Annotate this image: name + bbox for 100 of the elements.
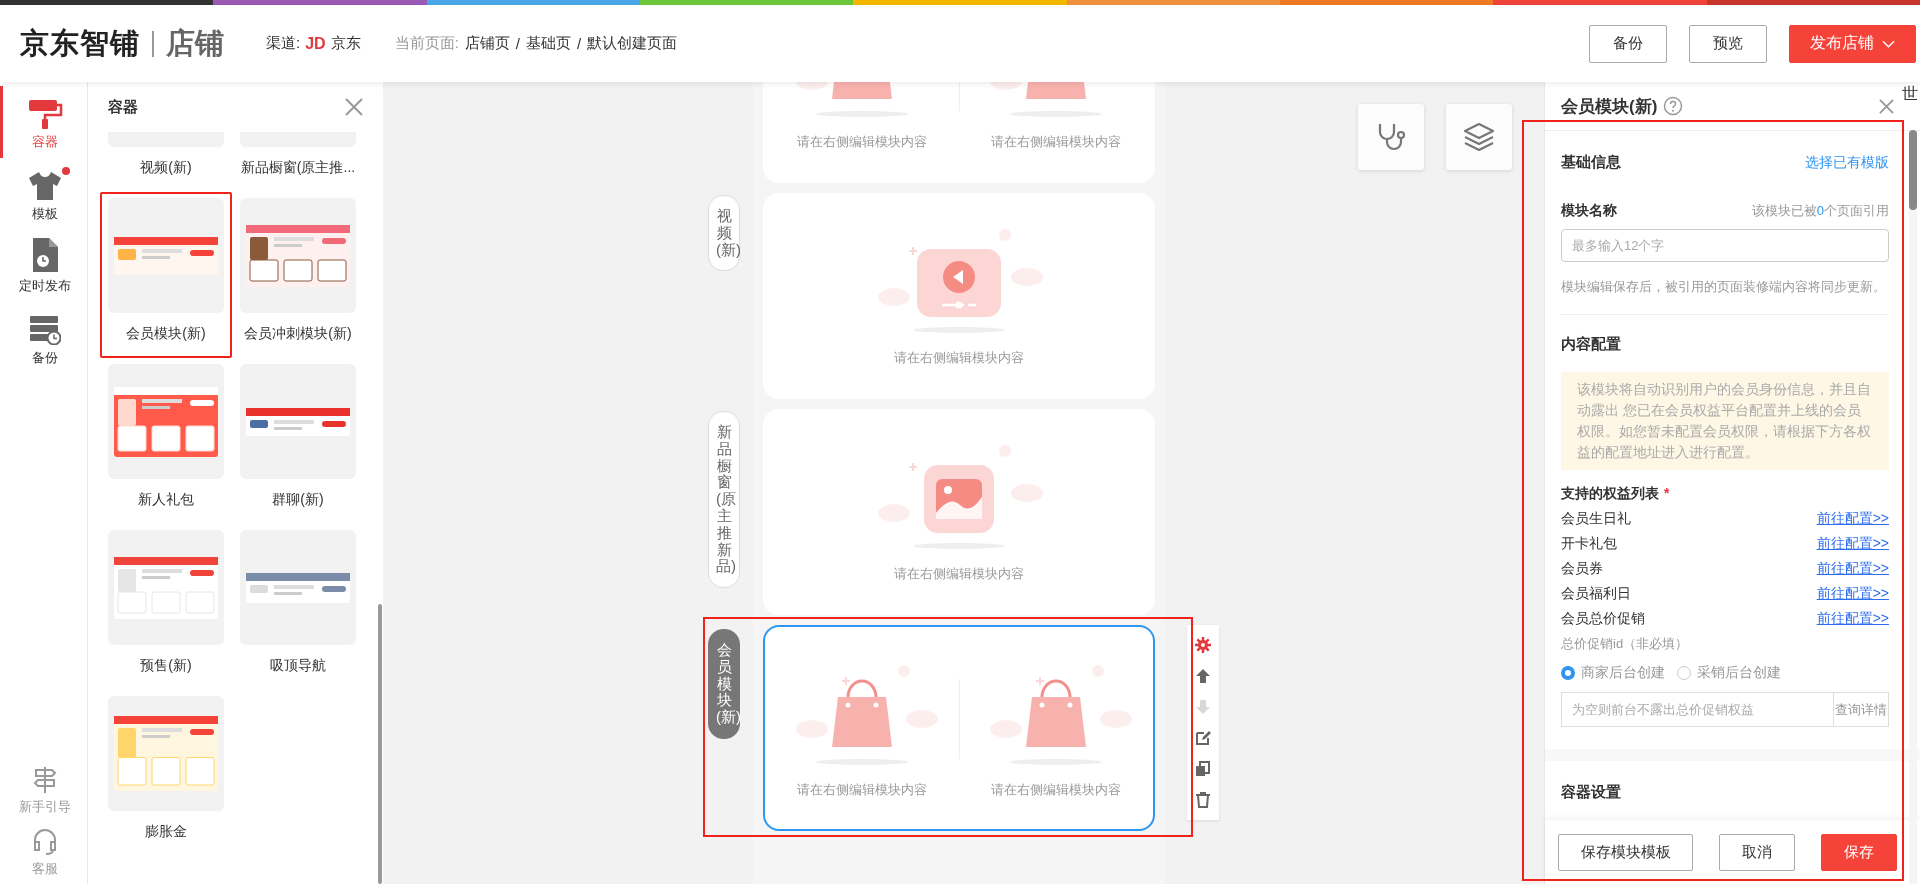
signpost-icon [32, 766, 58, 794]
module-tab[interactable]: 视频(新) [708, 195, 740, 272]
configure-link[interactable]: 前往配置>> [1816, 585, 1889, 603]
rail-item[interactable]: 备份 [0, 302, 87, 374]
rail-item[interactable]: 模板 [0, 158, 87, 230]
field-label: 模块名称 [1561, 202, 1617, 220]
delete-icon[interactable] [1195, 792, 1211, 808]
footer-button[interactable]: 保存模块模板 [1558, 833, 1693, 871]
header-button[interactable]: 发布店铺 [1789, 24, 1916, 63]
channel-logo-text: JD [305, 34, 326, 53]
module-tile[interactable]: 视频(新) [100, 132, 232, 192]
breadcrumb-item[interactable]: 店铺页 [464, 34, 510, 53]
scrollbar-thumb[interactable] [1909, 130, 1917, 210]
field-label: 总价促销id（非必填） [1561, 635, 1690, 653]
layers-button[interactable] [1446, 104, 1512, 170]
template-link[interactable]: 选择已有模版 [1805, 153, 1889, 172]
placeholder-text: 请在右侧编辑模块内容 [796, 781, 927, 799]
breadcrumb-item[interactable]: 默认创建页面 [587, 34, 678, 53]
usage-text: 该模块已被0个页面引用 [1751, 202, 1889, 220]
section-heading: 容器设置 [1561, 783, 1622, 802]
breadcrumb-separator: / [576, 35, 582, 52]
channel-label: 渠道: [266, 34, 301, 53]
header-button[interactable]: 预览 [1689, 24, 1767, 63]
radio-circle[interactable] [1561, 666, 1575, 680]
module-label: 预售(新) [140, 657, 192, 675]
breadcrumb-label: 当前页面: [394, 34, 459, 53]
module-tile[interactable]: 会员模块(新) [100, 192, 232, 358]
module-name-field[interactable]: 最多输入12个字 [1561, 229, 1889, 262]
benefit-name: 会员福利日 [1561, 585, 1631, 603]
paint-roller-icon [27, 99, 63, 129]
panel-title: 容器 [108, 97, 139, 117]
module-card[interactable] [240, 530, 356, 645]
hint-text: 模块编辑保存后，被引用的页面装修端内容将同步更新。 [1561, 278, 1887, 296]
header-button[interactable]: 备份 [1589, 24, 1667, 63]
configure-link[interactable]: 前往配置>> [1816, 560, 1889, 578]
benefit-name: 会员券 [1561, 560, 1603, 578]
close-icon[interactable] [345, 98, 363, 116]
layers-icon [1463, 122, 1495, 152]
module-label: 会员模块(新) [126, 325, 206, 343]
module-card[interactable] [108, 364, 224, 479]
breadcrumb-separator: / [515, 35, 520, 52]
benefit-name: 会员总价促销 [1561, 610, 1645, 628]
module-label: 新品橱窗(原主推... [240, 159, 356, 177]
placeholder-text: 请在右侧编辑模块内容 [894, 565, 1024, 583]
placeholder-text: 请在右侧编辑模块内容 [991, 781, 1122, 799]
module-tile[interactable]: 群聊(新) [232, 358, 364, 524]
copy-icon[interactable] [1195, 761, 1211, 777]
settings-icon[interactable] [1195, 637, 1211, 653]
help-icon[interactable] [1663, 96, 1684, 116]
edit-icon[interactable] [1195, 730, 1211, 746]
configure-link[interactable]: 前往配置>> [1816, 535, 1889, 553]
module-card[interactable] [240, 198, 356, 313]
configure-link[interactable]: 前往配置>> [1816, 610, 1889, 628]
module-tile[interactable]: 预售(新) [100, 524, 232, 690]
channel-name: 京东 [330, 34, 361, 53]
panel-title: 会员模块(新) [1561, 95, 1658, 118]
caret-icon [1882, 39, 1895, 48]
shirt-icon [28, 171, 62, 201]
close-icon[interactable] [1879, 98, 1894, 114]
section-heading: 基础信息 [1561, 153, 1621, 172]
module-tile[interactable]: 新品橱窗(原主推... [232, 132, 364, 192]
document-clock-icon [31, 237, 59, 273]
logo-text: 京东智铺 [20, 25, 140, 61]
section-heading: 内容配置 [1561, 335, 1622, 354]
module-label: 视频(新) [140, 159, 192, 177]
notice-box: 该模块将自动识别用户的会员身份信息，并且自动露出 您已在会员权益平台配置并上线的会员权限。如您暂未配置会员权限，请根据下方各权益的配置地址进入进行配置。 [1561, 372, 1889, 470]
server-clock-icon [29, 315, 61, 345]
module-tile[interactable]: 新人礼包 [100, 358, 232, 524]
clipped-text: 世 [1902, 84, 1918, 104]
module-label: 新人礼包 [138, 491, 194, 509]
list-label: 支持的权益列表 [1561, 485, 1659, 501]
module-tab[interactable]: 会员模块(新) [708, 629, 740, 739]
configure-link[interactable]: 前往配置>> [1816, 510, 1889, 528]
benefit-name: 会员生日礼 [1561, 510, 1631, 528]
diagnose-button[interactable] [1358, 104, 1424, 170]
benefit-name: 开卡礼包 [1561, 535, 1617, 553]
module-card[interactable] [240, 364, 356, 479]
module-tab[interactable]: 新品橱窗(原主推新品) [708, 411, 740, 589]
footer-button[interactable]: 保存 [1821, 833, 1897, 871]
required-mark: * [1664, 485, 1670, 501]
module-card[interactable] [108, 198, 224, 313]
placeholder-text: 请在右侧编辑模块内容 [796, 133, 927, 151]
module-card[interactable] [108, 696, 224, 811]
section-title: 店铺 [166, 25, 224, 61]
radio-circle[interactable] [1677, 666, 1691, 680]
module-tile[interactable]: 吸顶导航 [232, 524, 364, 690]
breadcrumb-item[interactable]: 基础页 [525, 34, 571, 53]
up-arrow-icon[interactable] [1195, 668, 1211, 684]
placeholder-text: 请在右侧编辑模块内容 [991, 133, 1122, 151]
footer-button[interactable]: 取消 [1719, 833, 1795, 871]
module-label: 吸顶导航 [270, 657, 326, 675]
module-label: 膨胀金 [145, 823, 187, 841]
module-label: 会员冲刺模块(新) [244, 325, 352, 343]
placeholder-text: 请在右侧编辑模块内容 [894, 349, 1024, 367]
scrollbar-thumb[interactable] [378, 604, 382, 884]
module-tile[interactable]: 膨胀金 [100, 690, 232, 856]
module-label: 群聊(新) [272, 491, 324, 509]
module-tile[interactable]: 会员冲刺模块(新) [232, 192, 364, 358]
rail-item[interactable]: 定时发布 [0, 230, 87, 302]
module-card[interactable] [108, 530, 224, 645]
